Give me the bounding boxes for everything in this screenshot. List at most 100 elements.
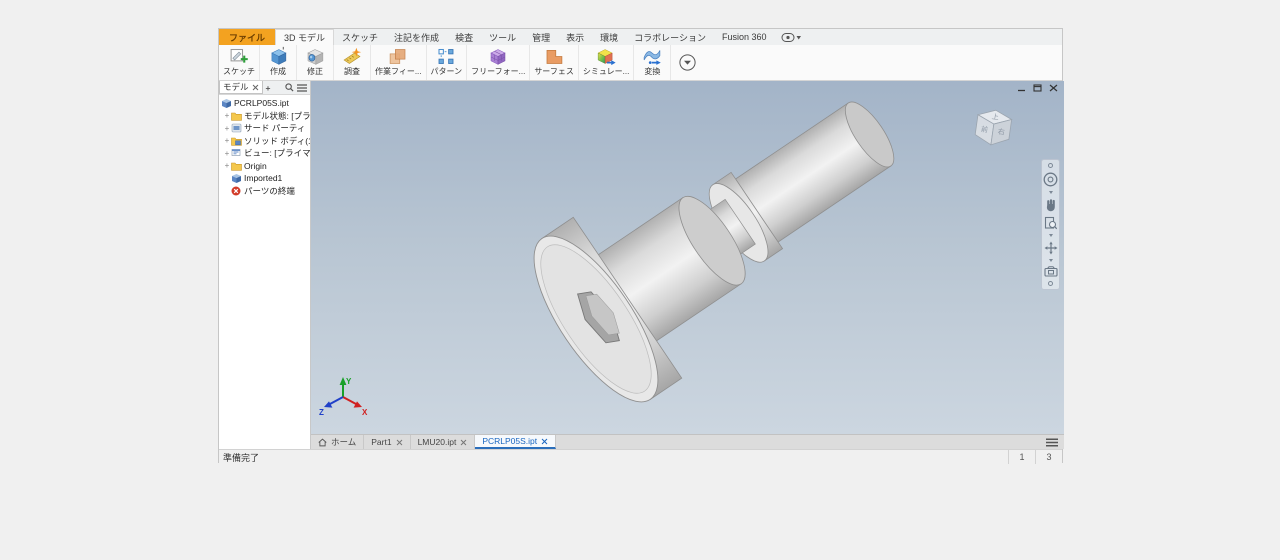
tab-view[interactable]: 表示	[558, 29, 592, 45]
status-message: 準備完了	[219, 451, 1008, 464]
tab-annotate[interactable]: 注記を作成	[386, 29, 447, 45]
navigation-wheel-icon[interactable]	[1043, 172, 1058, 187]
surface-button[interactable]: サーフェス	[530, 45, 579, 80]
axes-indicator: Y X Z	[319, 374, 369, 416]
expander-icon[interactable]: +	[223, 161, 231, 170]
document-tab-bar: ホーム Part1 LMU20.ipt PCRLP05S.ipt	[311, 434, 1064, 449]
expander-icon[interactable]: +	[223, 136, 231, 145]
chevron-down-circle-icon	[679, 54, 696, 71]
status-bar: 準備完了 1 3	[219, 449, 1062, 464]
folder-icon	[231, 161, 242, 171]
navbar-caret-icon[interactable]	[1049, 191, 1053, 194]
work-features-icon	[387, 46, 409, 67]
zoom-icon[interactable]	[1044, 216, 1057, 230]
restore-icon[interactable]	[1033, 84, 1042, 92]
tree-item-model-states[interactable]: + モデル状態: [プライマリ]	[219, 110, 310, 123]
simulation-icon	[595, 46, 617, 67]
pattern-button[interactable]: パターン	[427, 45, 468, 80]
tree-item-root-part[interactable]: PCRLP05S.ipt	[219, 97, 310, 110]
search-icon[interactable]	[285, 83, 294, 92]
tree-item-imported1[interactable]: Imported1	[219, 172, 310, 185]
expander-icon[interactable]: +	[223, 124, 231, 133]
doc-tab-pcrlp05s-active[interactable]: PCRLP05S.ipt	[475, 435, 556, 449]
tab-manage[interactable]: 管理	[524, 29, 558, 45]
third-party-icon	[231, 123, 242, 133]
3d-viewport[interactable]: 上 前 右	[311, 81, 1064, 434]
modify-icon	[304, 46, 326, 67]
tab-list-menu-icon[interactable]	[1040, 435, 1064, 449]
ribbon-collapse-button[interactable]	[671, 45, 704, 80]
model-browser-header: モデル +	[219, 81, 310, 95]
close-tab-icon[interactable]	[541, 438, 548, 445]
surface-icon	[543, 46, 565, 67]
inventor-app-window: ファイル 3D モデル スケッチ 注記を作成 検査 ツール 管理 表示 環境 コ…	[218, 28, 1063, 463]
close-tab-icon[interactable]	[460, 439, 467, 446]
end-of-part-icon	[231, 186, 242, 196]
freeform-icon	[487, 46, 509, 67]
convert-icon	[641, 46, 663, 67]
freeform-button[interactable]: フリーフォー...	[467, 45, 530, 80]
convert-button[interactable]: 変換	[634, 45, 671, 80]
document-window-controls	[1017, 84, 1058, 92]
close-tab-icon[interactable]	[396, 439, 403, 446]
work-features-button[interactable]: 作業フィー...	[371, 45, 427, 80]
status-counter-1: 1	[1008, 450, 1035, 464]
close-icon[interactable]	[1049, 84, 1058, 92]
tree-item-origin[interactable]: + Origin	[219, 160, 310, 173]
part-model[interactable]	[311, 81, 1064, 434]
axis-y-label: Y	[346, 377, 352, 386]
modify-button[interactable]: 修正	[297, 45, 334, 80]
tab-tools[interactable]: ツール	[481, 29, 524, 45]
navbar-bottom-dot-icon[interactable]	[1048, 281, 1053, 286]
ribbon-tab-bar: ファイル 3D モデル スケッチ 注記を作成 検査 ツール 管理 表示 環境 コ…	[219, 29, 1062, 45]
pan-icon[interactable]	[1044, 198, 1057, 212]
tab-sketch[interactable]: スケッチ	[334, 29, 386, 45]
simulation-button[interactable]: シミュレー...	[579, 45, 635, 80]
inspect-icon	[341, 46, 363, 67]
inspect-button[interactable]: 調査	[334, 45, 371, 80]
solid-bodies-icon	[231, 136, 242, 146]
tree-item-view-primary[interactable]: + ビュー: [プライマリ]	[219, 147, 310, 160]
panel-menu-icon[interactable]	[297, 84, 307, 92]
axis-z-label: Z	[319, 408, 324, 416]
expander-icon[interactable]: +	[223, 149, 231, 158]
file-menu-label: ファイル	[229, 31, 265, 44]
pattern-icon	[435, 46, 457, 67]
ribbon-toolbar: スケッチ 作成 修正	[219, 45, 1062, 81]
tab-fusion-360[interactable]: Fusion 360	[714, 29, 775, 45]
home-tab[interactable]: ホーム	[311, 435, 364, 449]
look-at-icon[interactable]	[1044, 266, 1058, 277]
tree-item-third-party[interactable]: + サード パーティ	[219, 122, 310, 135]
status-counter-2: 3	[1035, 450, 1062, 464]
doc-tab-part1[interactable]: Part1	[364, 435, 410, 449]
tab-3d-model[interactable]: 3D モデル	[275, 29, 334, 45]
sketch-icon	[228, 46, 250, 67]
sketch-button[interactable]: スケッチ	[219, 45, 260, 80]
navbar-caret-icon[interactable]	[1049, 234, 1053, 237]
model-browser-panel: モデル + PCRLP05S.ipt +	[219, 81, 311, 449]
axis-x-label: X	[362, 408, 368, 416]
navbar-caret-icon[interactable]	[1049, 259, 1053, 262]
expander-icon[interactable]: +	[223, 111, 231, 120]
view-icon	[231, 148, 242, 158]
orbit-icon[interactable]	[1044, 241, 1058, 255]
doc-tab-lmu20[interactable]: LMU20.ipt	[411, 435, 476, 449]
tab-environments[interactable]: 環境	[592, 29, 626, 45]
navbar-top-dot-icon[interactable]	[1048, 163, 1053, 168]
tab-inspect[interactable]: 検査	[447, 29, 481, 45]
model-panel-tab[interactable]: モデル	[219, 81, 263, 94]
file-menu-button[interactable]: ファイル	[219, 29, 275, 45]
model-panel-title: モデル	[223, 81, 249, 93]
home-icon	[318, 438, 327, 447]
tab-collaborate[interactable]: コラボレーション	[626, 29, 714, 45]
create-button[interactable]: 作成	[260, 45, 297, 80]
tree-item-end-of-part[interactable]: パーツの終端	[219, 185, 310, 198]
tree-item-solid-bodies[interactable]: + ソリッド ボディ(1)	[219, 135, 310, 148]
view-cube[interactable]: 上 前 右	[966, 103, 1020, 157]
minimize-icon[interactable]	[1017, 84, 1026, 92]
close-panel-icon[interactable]	[252, 84, 259, 91]
add-panel-button[interactable]: +	[266, 83, 271, 93]
ribbon-appearance-icon[interactable]	[781, 29, 801, 45]
imported-part-icon	[231, 173, 242, 183]
folder-icon	[231, 111, 242, 121]
